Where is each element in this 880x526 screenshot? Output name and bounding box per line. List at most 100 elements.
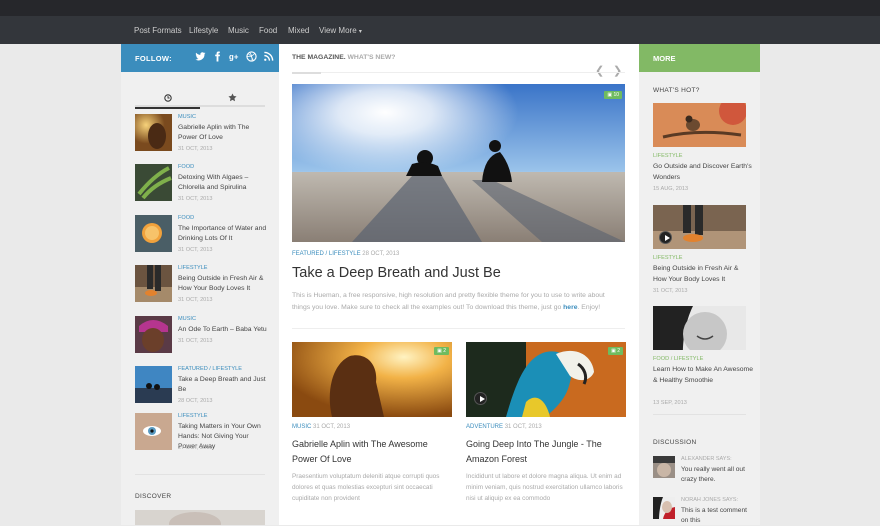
clock-icon	[163, 94, 172, 102]
category-link[interactable]: FEATURED	[292, 251, 324, 257]
chevron-left-icon[interactable]: ❮	[595, 64, 604, 77]
comment-author[interactable]: NORAH JONES SAYS:	[681, 497, 738, 503]
here-link[interactable]: here	[563, 304, 577, 311]
category-link[interactable]: LIFESTYLE	[329, 251, 361, 257]
post-title[interactable]: Take a Deep Breath and Just Be	[178, 375, 268, 395]
post-category[interactable]: LIFESTYLE	[653, 255, 683, 261]
nav-item-mixed[interactable]: Mixed	[288, 26, 309, 35]
rss-icon[interactable]	[263, 51, 274, 62]
post-category[interactable]: FEATURED / LIFESTYLE	[178, 366, 242, 372]
comment-author[interactable]: ALEXANDER SAYS:	[681, 456, 732, 462]
featured-image[interactable]: ▣ 10	[292, 84, 625, 242]
post-thumbnail[interactable]	[135, 316, 172, 353]
post-date: 15 AUG, 2013	[653, 186, 689, 192]
nav-item-view-more-label: View More	[319, 26, 357, 35]
post-thumbnail[interactable]	[135, 164, 172, 201]
play-icon[interactable]	[474, 392, 487, 405]
post-thumbnail[interactable]	[135, 114, 172, 151]
post-thumbnail[interactable]	[653, 103, 746, 147]
list-item[interactable]: LIFESTYLE Taking Matters in Your Own Han…	[135, 413, 265, 455]
post-title[interactable]: The Importance of Water and Drinking Lot…	[178, 224, 268, 244]
nav-item-view-more[interactable]: View More ▾	[319, 26, 362, 35]
tab-popular[interactable]	[200, 89, 265, 107]
facebook-icon[interactable]	[212, 51, 223, 62]
comment-text[interactable]: This is a test comment on this	[681, 506, 756, 526]
post-thumbnail[interactable]	[653, 205, 746, 249]
post-date: 13 SEP, 2013	[653, 400, 687, 406]
post-thumbnail[interactable]: ▣ 2	[466, 342, 626, 417]
post-date: 31 OCT, 2013	[178, 247, 213, 253]
list-item[interactable]: LIFESTYLE Being Outside in Fresh Air & H…	[135, 265, 265, 307]
comment-icon: ▣	[607, 92, 613, 98]
post-title[interactable]: Being Outside in Fresh Air & How Your Bo…	[653, 264, 753, 285]
comment-count: 2	[617, 348, 620, 354]
post-thumbnail[interactable]	[135, 265, 172, 302]
featured-title[interactable]: Take a Deep Breath and Just Be	[292, 265, 501, 281]
card-excerpt: Praesentium voluptatum deleniti atque co…	[292, 473, 440, 502]
follow-bar: FOLLOW: g+	[121, 44, 279, 72]
category-link[interactable]: MUSIC	[292, 424, 311, 430]
discussion-heading: DISCUSSION	[653, 439, 697, 446]
slider-indicator	[292, 72, 321, 74]
post-title[interactable]: Detoxing With Algaes – Chlorella and Spi…	[178, 173, 268, 193]
post-category[interactable]: MUSIC	[178, 316, 196, 322]
post-thumbnail[interactable]	[653, 306, 746, 350]
google-plus-icon[interactable]: g+	[229, 51, 240, 62]
comment-count-badge[interactable]: ▣ 10	[604, 91, 622, 99]
card-title[interactable]: Going Deep Into The Jungle - The Amazon …	[466, 437, 626, 467]
nav-item-post-formats[interactable]: Post Formats	[134, 26, 182, 35]
comment-count: 2	[443, 348, 446, 354]
twitter-icon[interactable]	[195, 51, 206, 62]
play-icon[interactable]	[659, 231, 672, 244]
woman-photo	[653, 306, 746, 350]
post-title[interactable]: An Ode To Earth – Baba Yetu	[178, 325, 268, 335]
post-category[interactable]: FOOD / LIFESTYLE	[653, 356, 703, 362]
post-category[interactable]: LIFESTYLE	[178, 413, 208, 419]
post-title[interactable]: Go Outside and Discover Earth's Wonders	[653, 162, 753, 183]
post-category[interactable]: FOOD	[178, 215, 194, 221]
post-title[interactable]: Being Outside in Fresh Air & How Your Bo…	[178, 274, 268, 294]
post-category[interactable]: LIFESTYLE	[653, 153, 683, 159]
more-label: MORE	[653, 54, 676, 63]
card-title[interactable]: Gabrielle Aplin with The Awesome Power O…	[292, 437, 452, 467]
post-title[interactable]: Gabrielle Aplin with The Power Of Love	[178, 123, 268, 143]
list-item[interactable]: MUSIC Gabrielle Aplin with The Power Of …	[135, 114, 265, 156]
post-date: 27 OCT, 2013	[178, 445, 213, 451]
right-sidebar: MORE WHAT'S HOT? LIFESTYLE Go Outside an…	[639, 44, 760, 525]
post-thumbnail[interactable]	[135, 413, 172, 450]
post-thumbnail[interactable]	[135, 215, 172, 252]
nav-item-music[interactable]: Music	[228, 26, 249, 35]
list-item[interactable]: MUSIC An Ode To Earth – Baba Yetu 31 OCT…	[135, 316, 268, 358]
post-title[interactable]: Learn How to Make An Awesome & Healthy S…	[653, 365, 753, 386]
chevron-down-icon: ▾	[358, 29, 362, 35]
post-category[interactable]: FOOD	[178, 164, 194, 170]
discover-heading: DISCOVER	[135, 493, 172, 500]
post-category[interactable]: LIFESTYLE	[178, 265, 208, 271]
list-item[interactable]: FEATURED / LIFESTYLE Take a Deep Breath …	[135, 366, 268, 408]
comment-count-badge[interactable]: ▣ 2	[608, 347, 623, 355]
top-bar	[0, 0, 880, 16]
post-category[interactable]: MUSIC	[178, 114, 196, 120]
post-date: 31 OCT, 2013	[504, 424, 542, 430]
card-excerpt: Incididunt ut labore et dolore magna ali…	[466, 473, 623, 502]
comment-count-badge[interactable]: ▣ 2	[434, 347, 449, 355]
list-item[interactable]: FOOD The Importance of Water and Drinkin…	[135, 215, 268, 257]
featured-excerpt: This is Hueman, a free responsive, high …	[292, 290, 617, 314]
dribbble-icon[interactable]	[246, 51, 257, 62]
card-photo	[292, 342, 452, 417]
featured-meta: FEATURED / LIFESTYLE 28 OCT, 2013	[292, 251, 399, 257]
post-date: 31 OCT, 2013	[178, 146, 213, 152]
tab-recent[interactable]	[135, 89, 200, 109]
nav-item-food[interactable]: Food	[259, 26, 277, 35]
comment-icon: ▣	[437, 348, 442, 354]
category-link[interactable]: ADVENTURE	[466, 424, 503, 430]
post-date: 31 OCT, 2013	[313, 424, 351, 430]
post-thumbnail[interactable]	[135, 366, 172, 403]
post-date: 31 OCT, 2013	[178, 196, 213, 202]
comment-text[interactable]: You really went all out crazy there.	[681, 465, 756, 485]
chevron-right-icon[interactable]: ❯	[613, 64, 622, 77]
list-item[interactable]: FOOD Detoxing With Algaes – Chlorella an…	[135, 164, 265, 206]
post-thumbnail[interactable]: ▣ 2	[292, 342, 452, 417]
discover-thumbnail[interactable]	[135, 510, 265, 525]
nav-item-lifestyle[interactable]: Lifestyle	[189, 26, 218, 35]
